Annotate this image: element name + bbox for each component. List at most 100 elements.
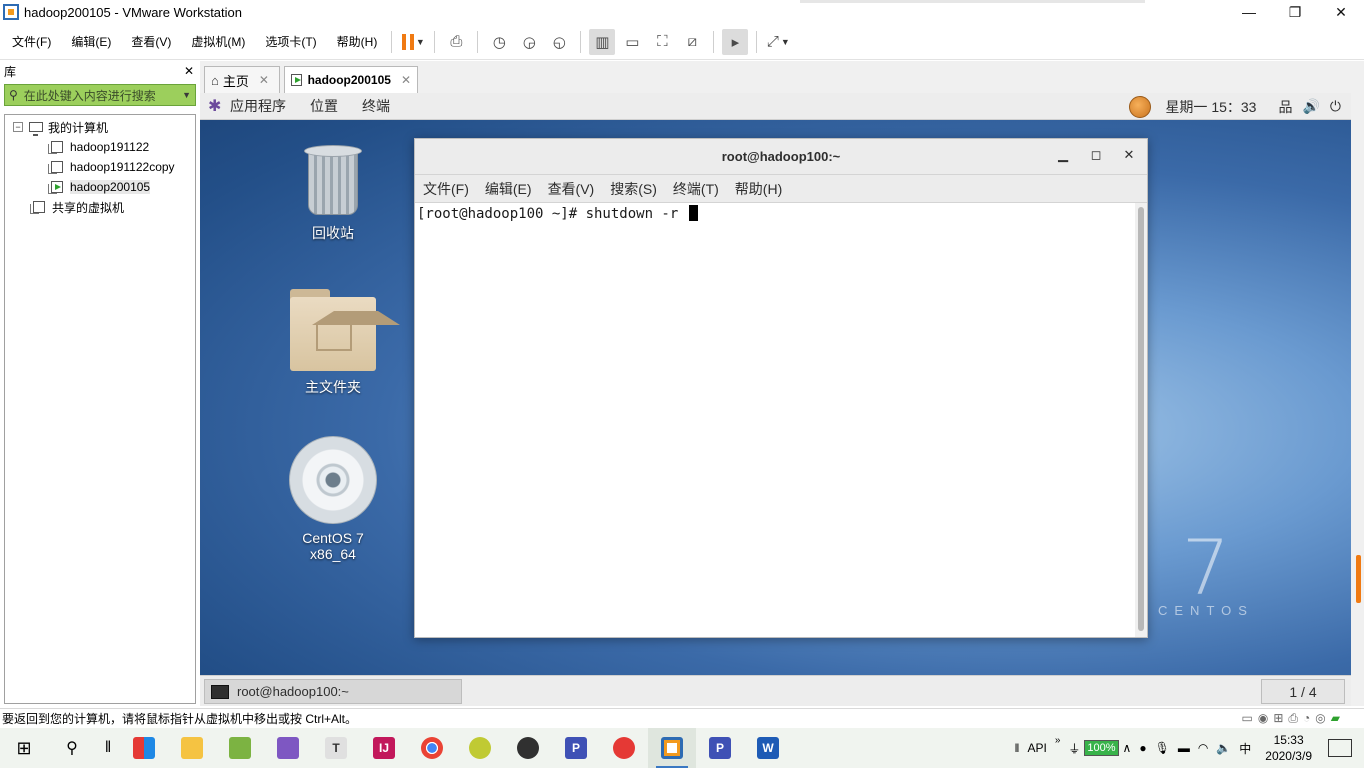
pause-button[interactable]: ▼ bbox=[400, 29, 426, 55]
network-adapter-icon[interactable]: ⊞ bbox=[1273, 711, 1283, 726]
terminal-menu-file[interactable]: 文件(F) bbox=[423, 179, 469, 199]
desktop-icon-trash[interactable]: 回收站 bbox=[278, 145, 388, 243]
taskbar-search-button[interactable]: ⚲ bbox=[48, 728, 96, 768]
tab-close-icon[interactable]: ✕ bbox=[259, 73, 269, 87]
terminal-menu-edit[interactable]: 编辑(E) bbox=[485, 179, 532, 199]
terminal-button[interactable]: ▸ bbox=[722, 28, 749, 55]
task-view-button[interactable]: ‖ bbox=[96, 728, 120, 768]
window-list-item-terminal[interactable]: root@hadoop100:~ bbox=[204, 679, 462, 704]
taskbar-app[interactable]: P bbox=[696, 728, 744, 768]
display-icon[interactable]: ◎ bbox=[1315, 711, 1325, 726]
tray-app-icon[interactable]: ● bbox=[1139, 741, 1146, 755]
taskbar-app[interactable] bbox=[120, 728, 168, 768]
terminal-menu-terminal[interactable]: 终端(T) bbox=[673, 179, 719, 199]
taskbar-app[interactable]: IJ bbox=[360, 728, 408, 768]
library-search-placeholder[interactable]: 在此处键入内容进行搜索 bbox=[24, 87, 182, 104]
chevron-up-icon[interactable]: ∧ bbox=[1123, 741, 1132, 755]
taskbar-app[interactable] bbox=[600, 728, 648, 768]
send-keys-button[interactable]: ⎙ bbox=[443, 29, 469, 55]
menu-edit[interactable]: 编辑(E) bbox=[59, 33, 119, 50]
hdd-icon[interactable]: ▭ bbox=[1242, 711, 1253, 726]
notification-center-icon[interactable] bbox=[1328, 739, 1352, 757]
speaker-icon[interactable]: 🔈 bbox=[1216, 741, 1231, 755]
library-view-button[interactable]: ▥ bbox=[589, 28, 616, 55]
start-button[interactable]: ⊞ bbox=[0, 728, 48, 768]
menu-tabs[interactable]: 选项卡(T) bbox=[253, 33, 324, 50]
library-search[interactable]: ⚲ 在此处键入内容进行搜索 ▼ bbox=[4, 84, 196, 106]
collapse-icon[interactable]: − bbox=[13, 122, 23, 132]
taskbar-app[interactable]: T bbox=[312, 728, 360, 768]
taskbar-app[interactable] bbox=[456, 728, 504, 768]
taskbar-app-vmware-active[interactable] bbox=[648, 728, 696, 768]
user-avatar-icon[interactable] bbox=[1129, 95, 1152, 118]
printer-icon[interactable]: ⎙ bbox=[1288, 711, 1298, 726]
library-close-button[interactable]: ✕ bbox=[184, 64, 194, 78]
microphone-icon[interactable]: 🎙 bbox=[1155, 741, 1170, 755]
revert-snapshot-button[interactable]: ◶ bbox=[516, 29, 542, 55]
ime-indicator[interactable]: 中 bbox=[1239, 740, 1251, 757]
terminal-titlebar[interactable]: root@hadoop100:~ ▁ ◻ ✕ bbox=[415, 139, 1147, 175]
menu-file[interactable]: 文件(F) bbox=[0, 33, 59, 50]
volume-icon[interactable]: 🔊 bbox=[1302, 98, 1319, 115]
menu-help[interactable]: 帮助(H) bbox=[325, 33, 386, 50]
tab-home[interactable]: ⌂ 主页 ✕ bbox=[204, 66, 280, 93]
tab-close-icon[interactable]: ✕ bbox=[401, 73, 411, 87]
terminal-menu[interactable]: 终端 bbox=[362, 96, 390, 116]
taskbar-app[interactable]: P bbox=[552, 728, 600, 768]
terminal-minimize-button[interactable]: ▁ bbox=[1055, 147, 1071, 165]
terminal-body[interactable]: [root@hadoop100 ~]# shutdown -r bbox=[415, 203, 1137, 637]
chevron-down-icon[interactable]: ▼ bbox=[182, 90, 191, 100]
vm-scroll-thumb[interactable] bbox=[1356, 555, 1361, 603]
terminal-scroll-thumb[interactable] bbox=[1138, 207, 1144, 631]
taskbar-app[interactable]: W bbox=[744, 728, 792, 768]
places-menu[interactable]: 位置 bbox=[310, 96, 338, 116]
tree-item-vm[interactable]: hadoop191122 bbox=[5, 137, 195, 157]
plug-icon[interactable]: ⏚ bbox=[1068, 740, 1080, 757]
tree-item-shared-vms[interactable]: 共享的虚拟机 bbox=[5, 197, 195, 217]
power-icon[interactable]: ⏻ bbox=[1330, 98, 1341, 115]
desktop-icon-home[interactable]: 主文件夹 bbox=[278, 289, 400, 397]
unity-button[interactable]: ⧄ bbox=[679, 29, 705, 55]
vm-scrollbar[interactable] bbox=[1351, 61, 1364, 706]
stretch-button[interactable]: ⤢ ▼ bbox=[765, 29, 791, 55]
terminal-menu-search[interactable]: 搜索(S) bbox=[610, 179, 657, 199]
snapshot-button[interactable]: ◷ bbox=[486, 29, 512, 55]
terminal-window[interactable]: root@hadoop100:~ ▁ ◻ ✕ 文件(F) 编辑(E) 查看(V)… bbox=[414, 138, 1148, 638]
tree-item-vm[interactable]: hadoop191122copy bbox=[5, 157, 195, 177]
tray-overflow-icon[interactable]: » bbox=[1055, 735, 1061, 746]
taskbar-app[interactable] bbox=[504, 728, 552, 768]
tree-item-vm-selected[interactable]: hadoop200105 bbox=[5, 177, 195, 197]
sound-card-icon[interactable]: ◔ bbox=[1303, 711, 1310, 726]
menu-vm[interactable]: 虚拟机(M) bbox=[179, 33, 253, 50]
taskbar-app[interactable] bbox=[216, 728, 264, 768]
tab-hadoop200105[interactable]: hadoop200105 ✕ bbox=[284, 66, 418, 93]
gnome-clock[interactable]: 星期一 15：33 bbox=[1165, 97, 1256, 117]
terminal-maximize-button[interactable]: ◻ bbox=[1088, 147, 1104, 165]
taskbar-clock[interactable]: 15:33 2020/3/9 bbox=[1265, 732, 1312, 764]
desktop-icon-cdrom[interactable]: CentOS 7 x86_64 bbox=[278, 436, 388, 562]
usb-device-icon[interactable]: ▬ bbox=[1178, 741, 1190, 755]
restore-button[interactable]: ❐ bbox=[1272, 0, 1318, 24]
cdrom-status-icon[interactable]: ◉ bbox=[1258, 711, 1268, 726]
wifi-icon[interactable]: ◠ bbox=[1198, 741, 1208, 755]
terminal-menu-view[interactable]: 查看(V) bbox=[548, 179, 595, 199]
console-view-button[interactable]: ▭ bbox=[619, 29, 645, 55]
menu-view[interactable]: 查看(V) bbox=[119, 33, 179, 50]
network-icon[interactable]: 品 bbox=[1278, 97, 1292, 117]
terminal-menu-help[interactable]: 帮助(H) bbox=[735, 179, 782, 199]
guest-desktop[interactable]: 应用程序 位置 终端 星期一 15：33 品 🔊 ⏻ 回收站 主文件夹 Cent… bbox=[200, 93, 1351, 675]
battery-indicator[interactable]: 100% bbox=[1084, 740, 1119, 756]
fullscreen-button[interactable]: ⛶ bbox=[649, 29, 675, 55]
tray-api-label[interactable]: API bbox=[1027, 741, 1046, 755]
snapshot-manager-button[interactable]: ◵ bbox=[546, 29, 572, 55]
tree-item-my-computer[interactable]: − 我的计算机 bbox=[5, 117, 195, 137]
close-button[interactable]: ✕ bbox=[1318, 0, 1364, 24]
taskbar-app[interactable] bbox=[264, 728, 312, 768]
terminal-scrollbar[interactable] bbox=[1135, 203, 1147, 637]
taskbar-app[interactable] bbox=[408, 728, 456, 768]
message-log-icon[interactable]: ▰ bbox=[1331, 711, 1340, 726]
applications-menu[interactable]: 应用程序 bbox=[230, 96, 286, 116]
workspace-pager[interactable]: 1 / 4 bbox=[1261, 679, 1345, 704]
taskbar-app[interactable] bbox=[168, 728, 216, 768]
terminal-close-button[interactable]: ✕ bbox=[1121, 147, 1137, 165]
